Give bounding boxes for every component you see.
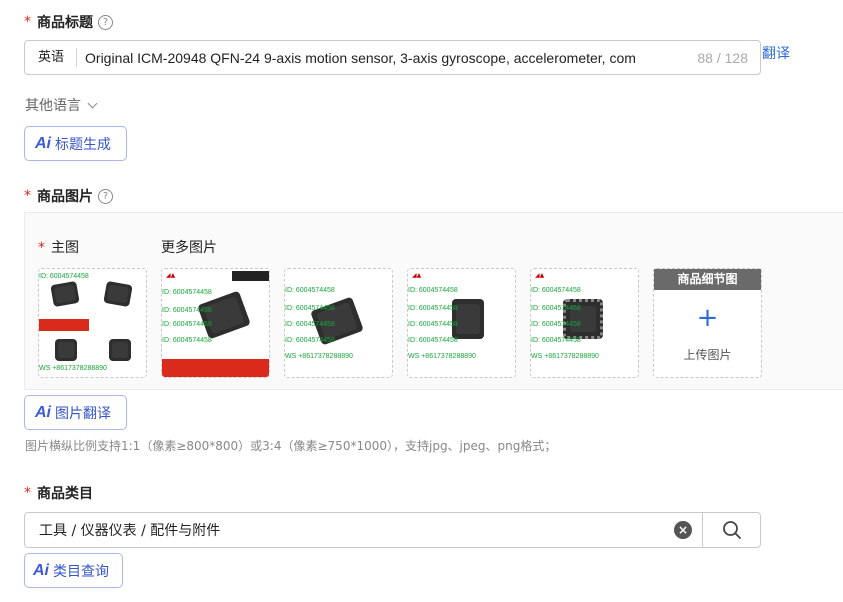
more-images-label: 更多图片	[161, 240, 217, 256]
watermark-id: ID: 6004574458	[39, 273, 89, 280]
category-label-text: 商品类目	[37, 486, 93, 502]
images-field-label: * 商品图片 ?	[24, 186, 113, 206]
watermark-id: ID: 6004574458	[162, 337, 212, 344]
ai-image-translate-button[interactable]: Ai 图片翻译	[24, 395, 127, 430]
more-image-thumbnail[interactable]: ◢▲ ID: 6004574458 ID: 6004574458 ID: 600…	[407, 268, 516, 378]
title-field-label: * 商品标题 ?	[24, 12, 113, 32]
watermark-id: ID: 6004574458	[531, 337, 581, 344]
watermark-id: ID: 6004574458	[531, 287, 581, 294]
watermark-id: ID: 6004574458	[531, 321, 581, 328]
ai-icon: Ai	[35, 403, 51, 421]
help-icon[interactable]: ?	[98, 188, 113, 204]
chip-image	[50, 280, 80, 308]
category-select[interactable]: 工具 / 仪器仪表 / 配件与附件 ×	[24, 512, 761, 548]
watermark-id: ID: 6004574458	[285, 305, 335, 312]
ai-icon: Ai	[33, 561, 49, 579]
watermark-id: ID: 6004574458	[285, 321, 335, 328]
ai-title-generate-label: 标题生成	[55, 136, 111, 153]
category-value: 工具 / 仪器仪表 / 配件与附件	[39, 523, 221, 539]
watermark-id: ID: 6004574458	[285, 287, 335, 294]
watermark-id: ID: 6004574458	[408, 321, 458, 328]
upload-detail-image-button[interactable]: 商品细节图 + 上传图片	[653, 268, 762, 378]
watermark-ws: WS +8617378288890	[39, 365, 107, 372]
more-image-thumbnail[interactable]: ◢▲ ID: 6004574458 ID: 6004574458 ID: 600…	[530, 268, 639, 378]
chevron-down-icon	[87, 98, 98, 108]
brand-logo: ◢▲	[535, 272, 545, 279]
watermark-ws: WS +8617378288890	[285, 353, 353, 360]
upload-card-title: 商品细节图	[654, 269, 761, 290]
help-icon[interactable]: ?	[98, 14, 113, 30]
watermark-ws: WS +8617378288890	[408, 353, 476, 360]
ai-category-query-label: 类目查询	[53, 563, 109, 580]
chip-image	[55, 339, 77, 361]
required-asterisk: *	[24, 485, 31, 501]
title-language: 英语	[25, 48, 78, 67]
ai-icon: Ai	[35, 134, 51, 152]
header-banner	[232, 271, 269, 281]
ai-title-generate-button[interactable]: Ai 标题生成	[24, 126, 127, 161]
chip-image	[197, 290, 251, 340]
watermark-id: ID: 6004574458	[162, 307, 212, 314]
main-image-thumbnail[interactable]: ID: 6004574458 WS +8617378288890	[38, 268, 147, 378]
title-text-value[interactable]: Original ICM-20948 QFN-24 9-axis motion …	[77, 50, 691, 66]
title-label-text: 商品标题	[37, 15, 93, 31]
watermark-id: ID: 6004574458	[408, 337, 458, 344]
watermark-id: ID: 6004574458	[408, 305, 458, 312]
image-format-hint: 图片横纵比例支持1:1（像素≥800*800）或3:4（像素≥750*1000）…	[25, 439, 557, 453]
chip-image	[109, 339, 131, 361]
main-image-label: * 主图	[38, 240, 79, 256]
other-language-toggle[interactable]: 其他语言	[25, 95, 98, 115]
watermark-id: ID: 6004574458	[162, 321, 212, 328]
watermark-id: ID: 6004574458	[162, 289, 212, 296]
brand-logo: ◢▲	[166, 272, 176, 279]
required-asterisk: *	[38, 240, 45, 256]
more-image-thumbnail[interactable]: ◢▲ ID: 6004574458 ID: 6004574458 ID: 600…	[161, 268, 270, 378]
brand-logo: ◢▲	[412, 272, 422, 279]
required-asterisk: *	[24, 188, 31, 204]
ai-category-query-button[interactable]: Ai 类目查询	[24, 553, 123, 588]
required-asterisk: *	[24, 14, 31, 30]
chip-image	[103, 280, 133, 308]
category-field-label: * 商品类目	[24, 483, 93, 503]
ai-image-translate-label: 图片翻译	[55, 405, 111, 422]
images-label-text: 商品图片	[37, 189, 93, 205]
watermark-id: ID: 6004574458	[531, 305, 581, 312]
red-banner	[39, 319, 89, 331]
watermark-id: ID: 6004574458	[285, 337, 335, 344]
search-icon	[722, 521, 741, 539]
title-input[interactable]: 英语 Original ICM-20948 QFN-24 9-axis moti…	[24, 40, 761, 75]
watermark-id: ID: 6004574458	[408, 287, 458, 294]
other-language-label: 其他语言	[25, 98, 81, 114]
plus-icon: +	[696, 303, 719, 333]
upload-card-label: 上传图片	[683, 348, 732, 362]
watermark-ws: WS +8617378288890	[531, 353, 599, 360]
clear-icon[interactable]: ×	[674, 521, 692, 539]
more-image-thumbnail[interactable]: ID: 6004574458 ID: 6004574458 ID: 600457…	[284, 268, 393, 378]
red-banner	[162, 359, 269, 377]
title-char-counter: 88 / 128	[697, 49, 748, 66]
translate-link[interactable]: 翻译	[762, 43, 790, 63]
search-button[interactable]	[702, 513, 760, 547]
